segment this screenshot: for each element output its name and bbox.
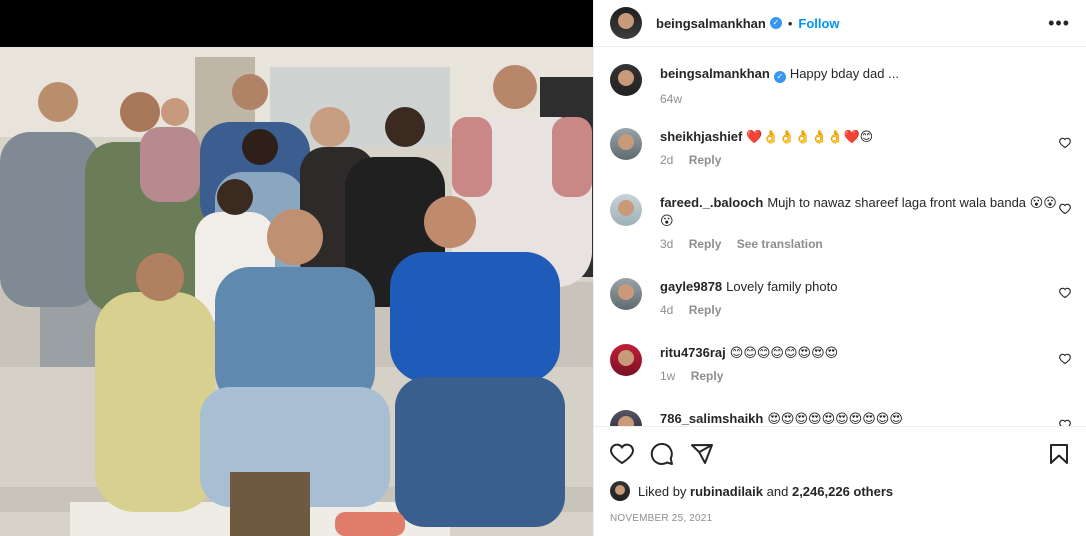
reply-button[interactable]: Reply <box>689 153 722 167</box>
post-actions: Liked by rubinadilaik and 2,246,226 othe… <box>594 426 1086 524</box>
liker-avatar[interactable] <box>610 481 630 501</box>
commenter-username[interactable]: fareed._.balooch <box>660 195 763 210</box>
comment-row: fareed._.balooch Mujh to nawaz shareef la… <box>610 194 1071 251</box>
comment-time[interactable]: 3d <box>660 237 673 251</box>
likes-prefix: Liked by <box>638 483 687 499</box>
comment-text: Lovely family photo <box>726 279 838 294</box>
post-modal: beingsalmankhan ✓ • Follow ••• beingsalm… <box>0 0 1086 536</box>
commenter-username[interactable]: ritu4736raj <box>660 345 726 360</box>
comment-row: gayle9878 Lovely family photo 4d Reply <box>610 278 1071 317</box>
more-options-icon[interactable]: ••• <box>1048 13 1070 34</box>
likes-summary: Liked by rubinadilaik and 2,246,226 othe… <box>610 481 1071 501</box>
see-translation-button[interactable]: See translation <box>737 237 823 251</box>
caption-row: beingsalmankhan ✓ Happy bday dad ... 64w <box>610 64 1071 106</box>
verified-badge-icon: ✓ <box>769 17 782 29</box>
verified-badge-icon: ✓ <box>773 71 786 83</box>
comment-row: 786_salimshaikh 😍😍😍😍😍😍😍😍😍😍 <box>610 410 1071 426</box>
caption-text: Happy bday dad ... <box>789 66 899 81</box>
heart-icon[interactable] <box>610 442 634 466</box>
family-photo-image <box>0 47 593 536</box>
post-photo[interactable] <box>0 0 593 536</box>
reply-button[interactable]: Reply <box>691 369 724 383</box>
reply-button[interactable]: Reply <box>689 303 722 317</box>
likes-count[interactable]: 2,246,226 others <box>792 484 893 499</box>
commenter-avatar[interactable] <box>610 278 642 310</box>
caption-time[interactable]: 64w <box>660 92 682 106</box>
post-header: beingsalmankhan ✓ • Follow ••• <box>594 0 1086 47</box>
comment-like-heart-icon[interactable] <box>1059 137 1071 149</box>
comment-time[interactable]: 1w <box>660 369 675 383</box>
bookmark-icon[interactable] <box>1047 442 1071 466</box>
commenter-avatar[interactable] <box>610 410 642 426</box>
comment-like-heart-icon[interactable] <box>1059 203 1071 215</box>
author-username[interactable]: beingsalmankhan <box>656 16 766 31</box>
commenter-username[interactable]: sheikhjashief <box>660 129 742 144</box>
share-icon[interactable] <box>690 442 714 466</box>
comment-text: ❤️👌👌👌👌👌❤️😊 <box>746 129 874 144</box>
comment-like-heart-icon[interactable] <box>1059 419 1071 426</box>
comment-text: 😊😊😊😊😊😍😍😍 <box>729 345 839 360</box>
caption-avatar[interactable] <box>610 64 642 96</box>
reply-button[interactable]: Reply <box>689 237 722 251</box>
comment-like-heart-icon[interactable] <box>1059 353 1071 365</box>
action-bar <box>610 427 1071 481</box>
liker-username[interactable]: rubinadilaik <box>690 484 763 499</box>
likes-and: and <box>766 483 789 499</box>
author-avatar[interactable] <box>610 7 642 39</box>
photo-top-letterbox <box>0 0 593 47</box>
separator-dot: • <box>787 15 793 31</box>
post-details-panel: beingsalmankhan ✓ • Follow ••• beingsalm… <box>593 0 1086 536</box>
commenter-username[interactable]: 786_salimshaikh <box>660 411 763 426</box>
comment-row: ritu4736raj 😊😊😊😊😊😍😍😍 1w Reply <box>610 344 1071 383</box>
follow-button[interactable]: Follow <box>798 16 839 31</box>
post-date[interactable]: NOVEMBER 25, 2021 <box>610 513 1071 524</box>
comment-icon[interactable] <box>650 442 674 466</box>
commenter-avatar[interactable] <box>610 128 642 160</box>
commenter-avatar[interactable] <box>610 344 642 376</box>
comment-like-heart-icon[interactable] <box>1059 287 1071 299</box>
caption-username[interactable]: beingsalmankhan <box>660 66 770 81</box>
comments-list[interactable]: beingsalmankhan ✓ Happy bday dad ... 64w s… <box>594 48 1086 426</box>
comment-row: sheikhjashief ❤️👌👌👌👌👌❤️😊 2d Reply <box>610 128 1071 167</box>
commenter-username[interactable]: gayle9878 <box>660 279 722 294</box>
commenter-avatar[interactable] <box>610 194 642 226</box>
comment-time[interactable]: 2d <box>660 153 673 167</box>
comment-time[interactable]: 4d <box>660 303 673 317</box>
comment-text: 😍😍😍😍😍😍😍😍😍😍 <box>767 411 903 426</box>
